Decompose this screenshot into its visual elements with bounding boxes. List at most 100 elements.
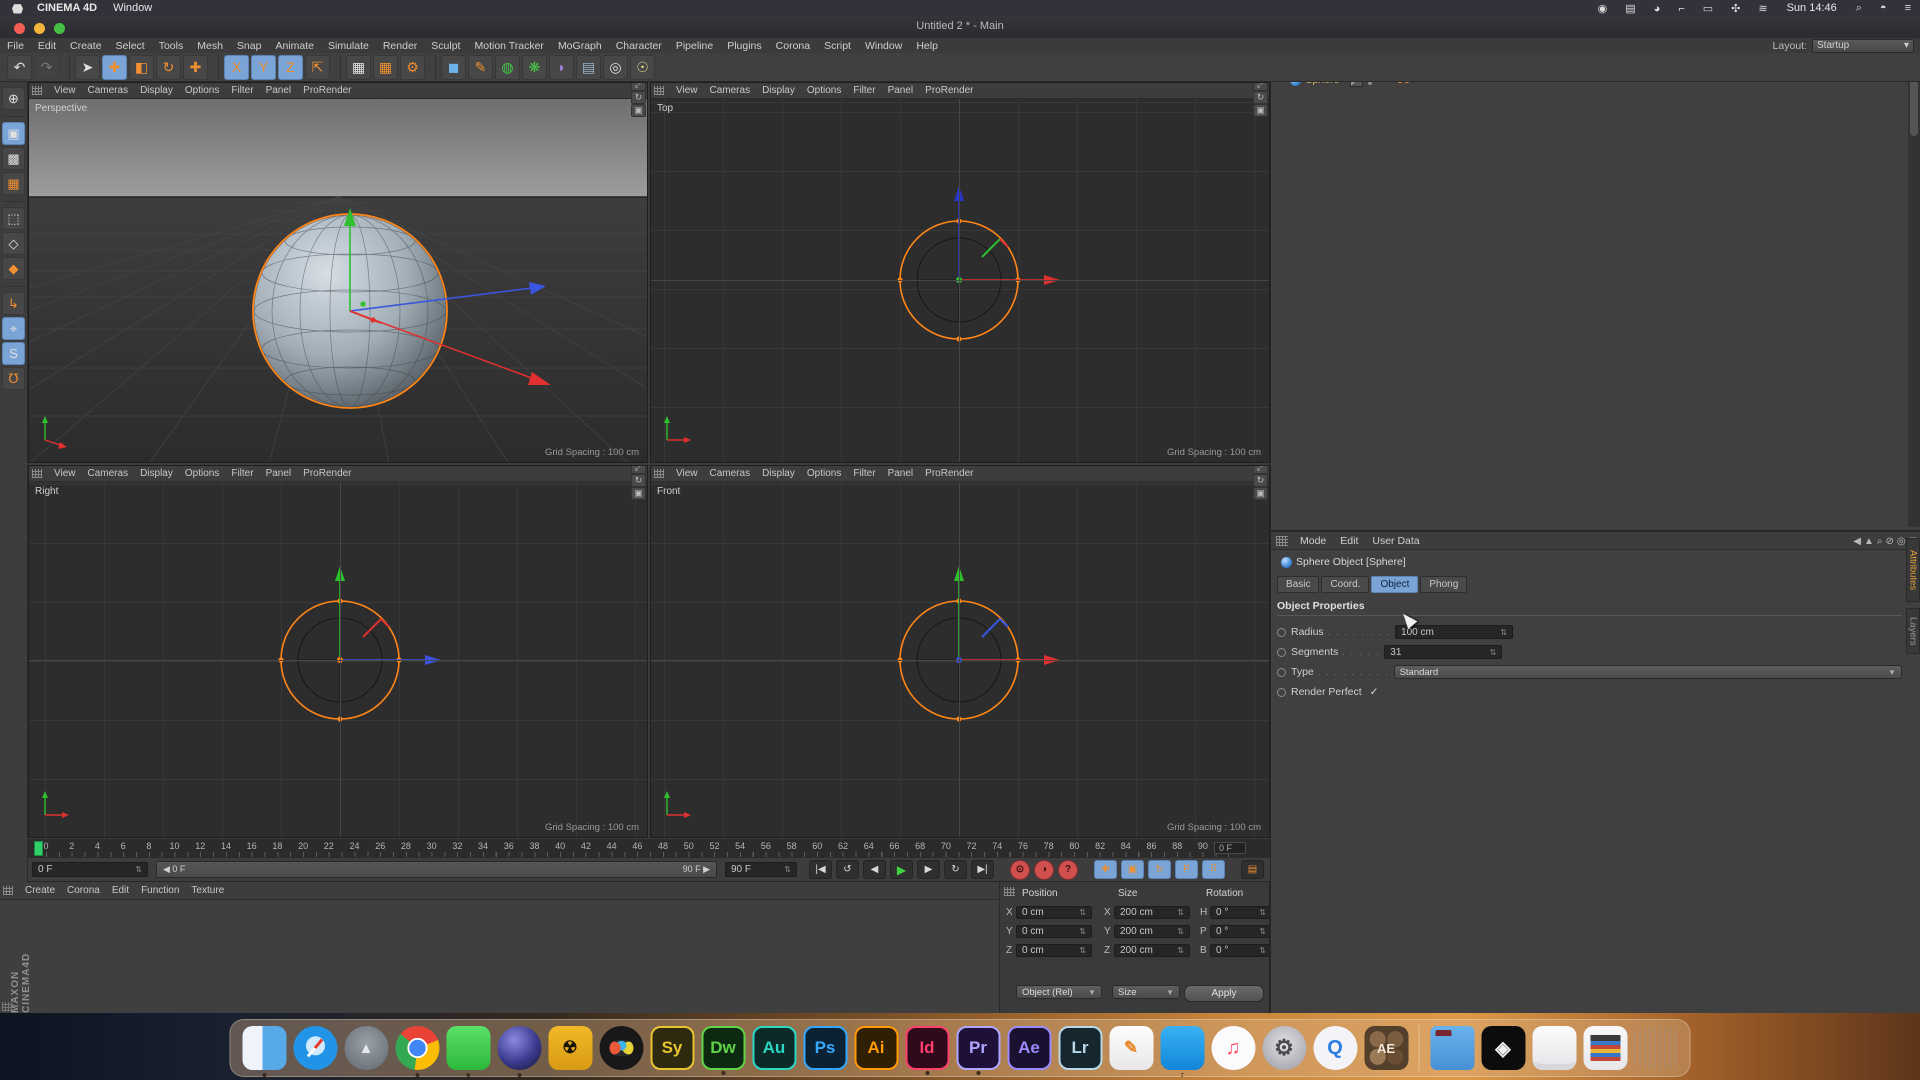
am-tab[interactable]: Phong: [1420, 576, 1467, 593]
goto-start-icon[interactable]: |◀: [809, 860, 832, 879]
zoom-view-icon[interactable]: ⤢: [631, 465, 646, 474]
toggle-view-icon[interactable]: ▣: [1253, 104, 1268, 117]
viewport-menu-item[interactable]: Filter: [847, 468, 881, 479]
record-pla-icon[interactable]: ⠿: [1202, 860, 1225, 879]
wifi-icon[interactable]: ≋: [1758, 3, 1767, 15]
viewport-perspective[interactable]: ViewCamerasDisplayOptionsFilterPanelProR…: [28, 82, 648, 463]
size-z-field[interactable]: 200 cm⇅: [1114, 944, 1190, 957]
app-menu-item[interactable]: Character: [609, 40, 669, 52]
am-back-icon[interactable]: ◀: [1853, 536, 1861, 547]
timeline-playhead[interactable]: [34, 841, 43, 856]
am-tab[interactable]: Object: [1371, 576, 1418, 593]
front-canvas[interactable]: [651, 481, 1269, 837]
zoom-view-icon[interactable]: ⤢: [631, 82, 646, 91]
viewport-menu-item[interactable]: View: [670, 85, 704, 96]
zoom-view-icon[interactable]: ⤢: [1253, 82, 1268, 91]
viewport-menu-item[interactable]: Display: [756, 468, 801, 479]
scale-tool-icon[interactable]: ◧: [129, 55, 154, 80]
app-menu-item[interactable]: MoGraph: [551, 40, 609, 52]
viewport-menu-item[interactable]: View: [48, 85, 82, 96]
premiere-icon[interactable]: Pr: [956, 1026, 1000, 1070]
app-menu-item[interactable]: Sculpt: [424, 40, 467, 52]
sy-icon[interactable]: Sy: [650, 1026, 694, 1070]
toggle-view-icon[interactable]: ▣: [631, 104, 646, 117]
airplay-icon[interactable]: ▭: [1703, 3, 1713, 15]
workplane-mode-icon[interactable]: ▦: [2, 172, 25, 195]
safari-icon[interactable]: [293, 1026, 337, 1070]
panel-handle-icon[interactable]: [654, 469, 666, 479]
minimized-doc-icon[interactable]: [1532, 1026, 1576, 1070]
chrome-icon[interactable]: [395, 1026, 439, 1070]
viewport-menu-item[interactable]: ProRender: [297, 85, 357, 96]
dreamweaver-icon[interactable]: Dw: [701, 1026, 745, 1070]
size-y-field[interactable]: 200 cm⇅: [1114, 925, 1190, 938]
viewport-menu-item[interactable]: Panel: [260, 468, 298, 479]
rotate-view-icon[interactable]: ↻: [631, 91, 646, 104]
frame-range-slider[interactable]: ◀ 0 F 90 F ▶: [156, 861, 717, 878]
viewport-menu-item[interactable]: Cameras: [704, 85, 757, 96]
segments-field[interactable]: 31⇅: [1384, 645, 1502, 659]
lock-z-axis-icon[interactable]: Z: [278, 55, 303, 80]
attributes-side-tab[interactable]: Attributes: [1906, 538, 1920, 602]
play-icon[interactable]: ▶: [890, 860, 913, 879]
viewport-menu-item[interactable]: ProRender: [919, 85, 979, 96]
indesign-icon[interactable]: Id: [905, 1026, 949, 1070]
undo-icon[interactable]: ↶: [7, 55, 32, 80]
music-icon[interactable]: ♫: [1211, 1026, 1255, 1070]
am-menu-item[interactable]: Edit: [1333, 535, 1365, 547]
viewport-menu-item[interactable]: ProRender: [297, 468, 357, 479]
next-frame-icon[interactable]: ▶: [917, 860, 940, 879]
right-canvas[interactable]: [29, 481, 647, 837]
render-settings-icon[interactable]: ⚙: [400, 55, 425, 80]
app-menu-item[interactable]: Select: [109, 40, 152, 52]
notification-center-icon[interactable]: ≡: [1905, 2, 1911, 14]
material-menu-item[interactable]: Texture: [185, 885, 230, 896]
panel-handle-icon[interactable]: [2, 1002, 13, 1011]
settings-icon[interactable]: ⚙: [1262, 1026, 1306, 1070]
move-gizmo[interactable]: [954, 186, 1060, 285]
am-pin-icon[interactable]: ▲: [1864, 536, 1874, 547]
viewport-menu-item[interactable]: View: [48, 468, 82, 479]
app-menu-item[interactable]: Help: [909, 40, 945, 52]
illustrator-icon[interactable]: Ai: [854, 1026, 898, 1070]
goto-end-icon[interactable]: ▶|: [971, 860, 994, 879]
app-menu-item[interactable]: Script: [817, 40, 858, 52]
viewport-menu-item[interactable]: Cameras: [82, 85, 135, 96]
move-tool-icon[interactable]: ✚: [102, 55, 127, 80]
toggle-view-icon[interactable]: ▣: [631, 487, 646, 500]
screenshot-app-icon[interactable]: ⌐: [1678, 3, 1684, 15]
edges-mode-icon[interactable]: ◇: [2, 232, 25, 255]
type-dropdown[interactable]: Standard▼: [1394, 665, 1902, 679]
app-menu-item[interactable]: Motion Tracker: [467, 40, 550, 52]
keyframe-dot-icon[interactable]: [1277, 648, 1286, 657]
am-tab[interactable]: Coord.: [1321, 576, 1369, 593]
viewport-menu-item[interactable]: Display: [756, 85, 801, 96]
rotation-b-field[interactable]: 0 °⇅: [1210, 944, 1272, 957]
model-mode-icon[interactable]: ▣: [2, 122, 25, 145]
viewport-menu-item[interactable]: Cameras: [704, 468, 757, 479]
move-gizmo[interactable]: [954, 566, 1060, 665]
pages-icon[interactable]: ✎: [1109, 1026, 1153, 1070]
viewport-menu-item[interactable]: Filter: [847, 85, 881, 96]
make-editable-icon[interactable]: ⊕: [2, 87, 25, 110]
folder-icon[interactable]: [1430, 1026, 1474, 1070]
panel-handle-icon[interactable]: [1276, 536, 1288, 546]
points-mode-icon[interactable]: ⬚: [2, 207, 25, 230]
layout-dropdown[interactable]: Startup ▾: [1812, 39, 1914, 53]
app-menu-item[interactable]: Render: [376, 40, 424, 52]
app-menu-item[interactable]: Create: [63, 40, 109, 52]
app-menu-item[interactable]: Corona: [769, 40, 817, 52]
app-menu-item[interactable]: Window: [858, 40, 909, 52]
position-y-field[interactable]: 0 cm⇅: [1016, 925, 1092, 938]
last-tool-icon[interactable]: ✚: [183, 55, 208, 80]
viewport-menu-item[interactable]: Cameras: [82, 468, 135, 479]
panel-handle-icon[interactable]: [1004, 887, 1015, 896]
viewport-menu-item[interactable]: Options: [179, 468, 225, 479]
panel-handle-icon[interactable]: [3, 886, 15, 896]
photoshop-icon[interactable]: Ps: [803, 1026, 847, 1070]
display-lock-icon[interactable]: ▤: [1625, 3, 1635, 15]
keyframe-selection-icon[interactable]: ?: [1058, 860, 1078, 880]
recorder-icon[interactable]: ◕: [1654, 3, 1661, 15]
rotate-view-icon[interactable]: ↻: [1253, 474, 1268, 487]
record-scale-icon[interactable]: ▣: [1121, 860, 1144, 879]
